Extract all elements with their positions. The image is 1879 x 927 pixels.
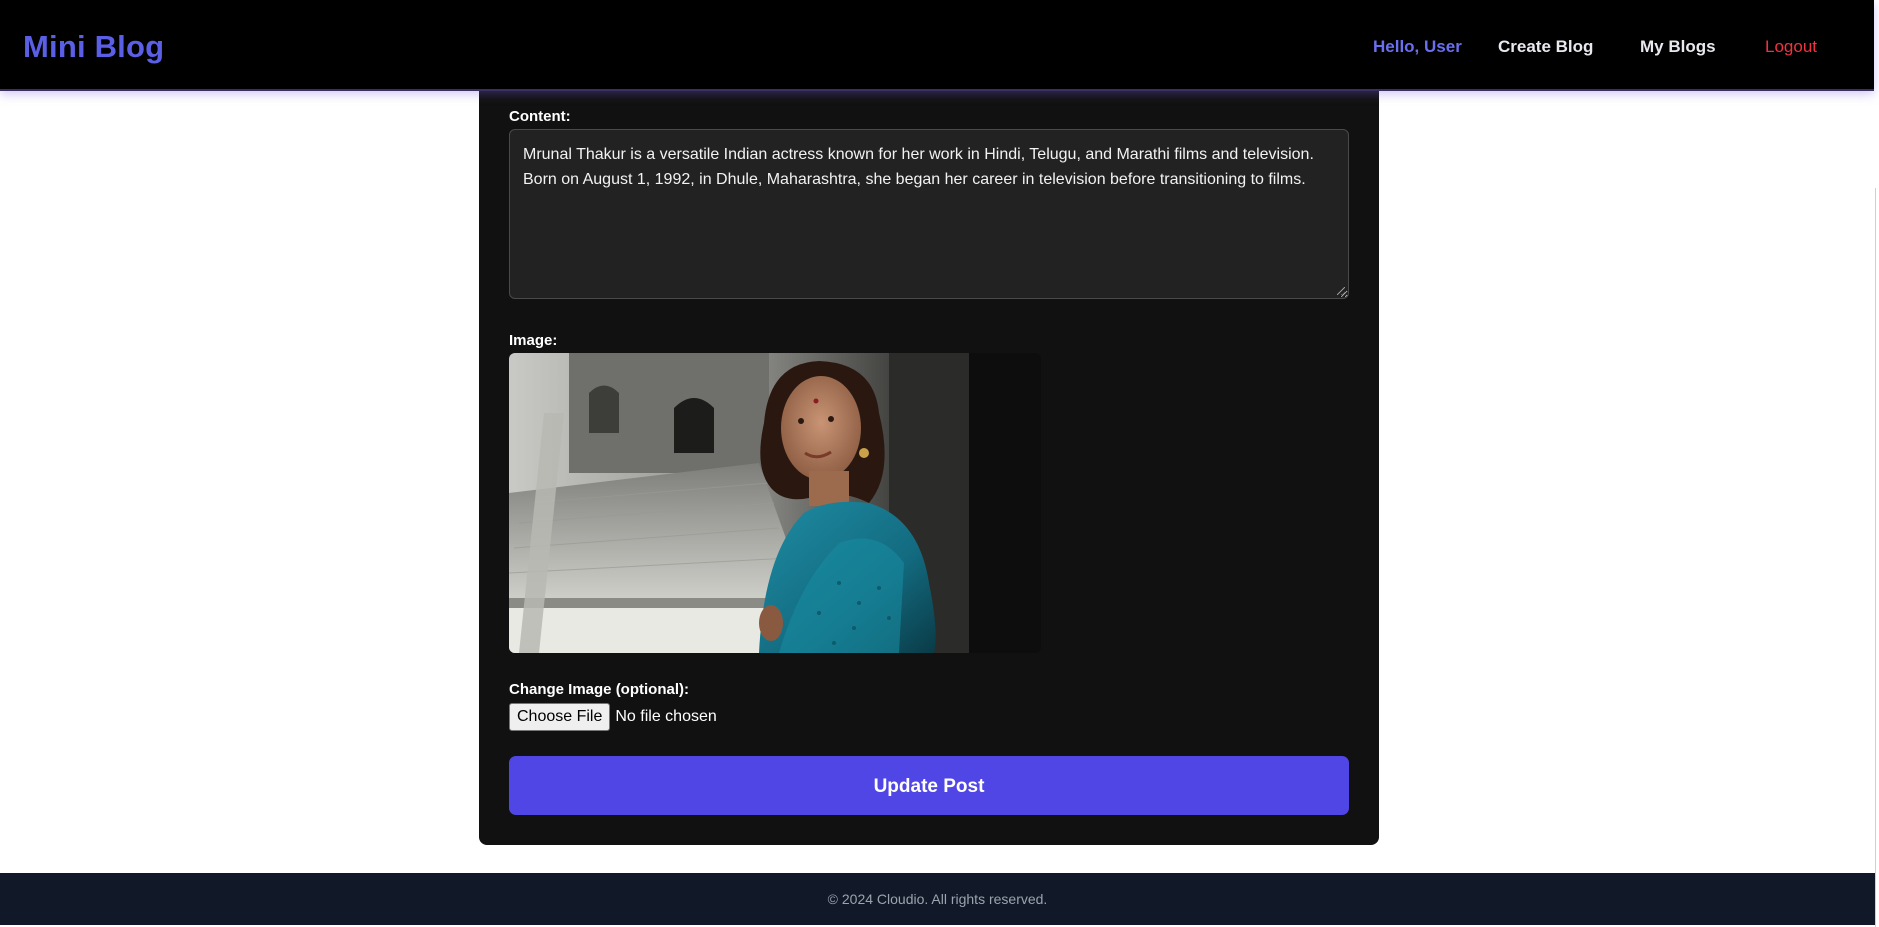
post-photo-illustration bbox=[509, 353, 1041, 653]
nav-create-blog-link[interactable]: Create Blog bbox=[1498, 36, 1593, 58]
user-greeting: Hello, User bbox=[1373, 37, 1462, 56]
brand-logo[interactable]: Mini Blog bbox=[23, 29, 164, 65]
top-navbar: Mini Blog Hello, User Create Blog My Blo… bbox=[0, 0, 1874, 91]
resize-grip-icon[interactable] bbox=[1337, 287, 1345, 295]
file-input[interactable]: Choose File No file chosen bbox=[509, 703, 717, 731]
copyright-text: © 2024 Cloudio. All rights reserved. bbox=[827, 891, 1048, 907]
content-label: Content: bbox=[509, 108, 571, 125]
choose-file-button[interactable]: Choose File bbox=[509, 703, 611, 731]
content-textarea[interactable]: Mrunal Thakur is a versatile Indian actr… bbox=[509, 129, 1349, 299]
change-image-label: Change Image (optional): bbox=[509, 681, 689, 698]
image-label: Image: bbox=[509, 332, 558, 349]
nav-logout-link[interactable]: Logout bbox=[1765, 36, 1817, 58]
post-image bbox=[509, 353, 1041, 653]
file-status-text: No file chosen bbox=[615, 708, 717, 725]
edit-post-card: Content: Mrunal Thakur is a versatile In… bbox=[479, 80, 1379, 845]
nav-my-blogs-link[interactable]: My Blogs bbox=[1640, 36, 1716, 58]
page-scrollbar[interactable] bbox=[1875, 188, 1879, 927]
content-textarea-value: Mrunal Thakur is a versatile Indian actr… bbox=[523, 146, 1314, 188]
update-post-button[interactable]: Update Post bbox=[509, 756, 1349, 815]
page-footer: © 2024 Cloudio. All rights reserved. bbox=[0, 873, 1875, 925]
